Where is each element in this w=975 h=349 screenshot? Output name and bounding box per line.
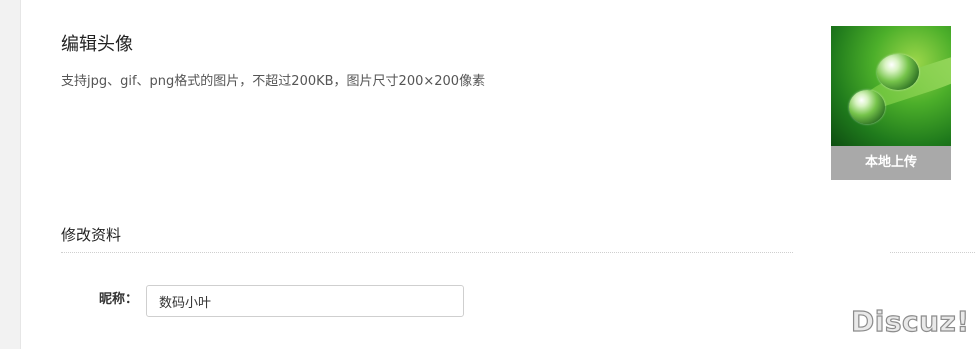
nickname-input[interactable] [146,285,464,317]
avatar-upload-hint: 支持jpg、gif、png格式的图片，不超过200KB，图片尺寸200×200像… [61,74,486,89]
section-divider [61,252,793,253]
nickname-label: 昵称： [99,292,139,307]
avatar-water-drop [849,90,885,124]
avatar-section-title: 编辑头像 [61,34,133,55]
discuz-watermark-logo: Discuz! [850,304,970,338]
avatar-water-drop [877,54,919,90]
profile-section-title: 修改资料 [61,226,122,244]
left-sidebar-strip [0,0,21,349]
avatar-image [831,26,951,146]
local-upload-button[interactable]: 本地上传 [831,146,951,180]
avatar-panel: 本地上传 [831,26,951,180]
section-divider-right [890,252,975,253]
